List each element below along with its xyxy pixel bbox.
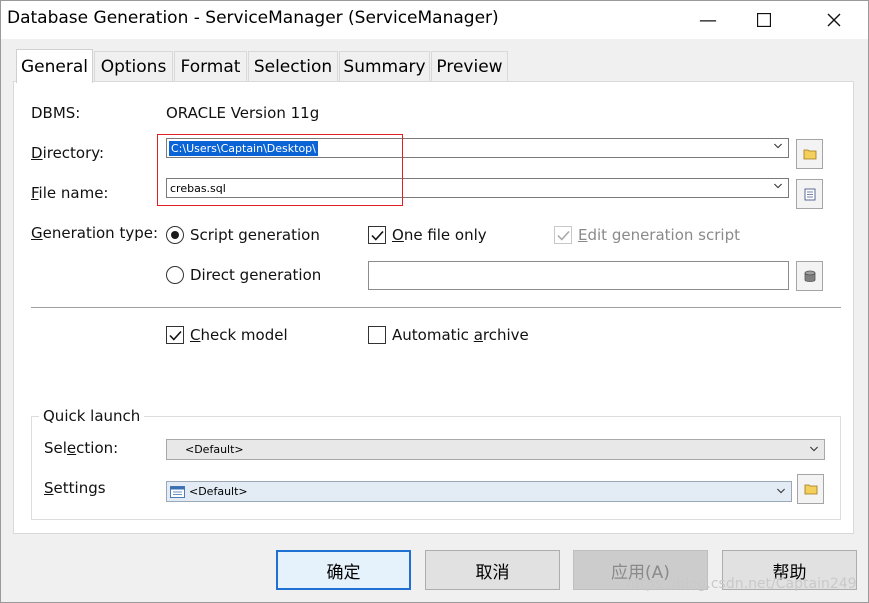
ok-button[interactable]: 确定 (276, 550, 411, 590)
minimize-icon: — (699, 9, 717, 31)
checkmark-icon (168, 330, 182, 341)
direct-generation-field[interactable] (368, 261, 789, 290)
watermark-text: https://blog.csdn.net/Captain249 (626, 576, 857, 592)
tab-label: General (21, 56, 88, 77)
check-model-label: Check model (190, 326, 288, 344)
browse-directory-button[interactable] (796, 139, 823, 169)
tab-options[interactable]: Options (94, 51, 173, 81)
automatic-archive-checkbox[interactable] (368, 326, 386, 344)
tab-label: Format (180, 56, 241, 77)
browse-settings-button[interactable] (797, 474, 824, 504)
edit-generation-script-label: Edit generation script (578, 226, 740, 244)
script-generation-label: Script generation (190, 226, 320, 244)
directory-label: Directory: (31, 144, 105, 162)
document-icon (804, 188, 815, 200)
settings-value: <Default> (189, 485, 248, 498)
filename-value: crebas.sql (170, 181, 226, 195)
one-file-only-checkbox[interactable] (368, 226, 386, 244)
minimize-button[interactable]: — (680, 1, 736, 39)
window-title: Database Generation - ServiceManager (Se… (7, 8, 499, 28)
quick-launch-group (31, 416, 841, 520)
database-icon (804, 270, 815, 282)
close-button[interactable] (806, 1, 862, 39)
settings-combo[interactable]: <Default> (166, 481, 792, 502)
maximize-button[interactable] (736, 1, 792, 39)
cancel-button[interactable]: 取消 (425, 550, 560, 590)
check-model-checkbox[interactable] (166, 326, 184, 344)
dialog-window: Database Generation - ServiceManager (Se… (0, 0, 869, 603)
dbms-label: DBMS: (31, 104, 81, 122)
selection-value: <Default> (185, 443, 244, 456)
directory-value: C:\Users\Captain\Desktop\ (169, 140, 318, 156)
automatic-archive-label: Automatic archive (392, 326, 529, 344)
filename-combo[interactable]: crebas.sql (166, 178, 789, 198)
settings-list-icon (170, 485, 185, 498)
browse-file-button[interactable] (796, 179, 823, 209)
tab-general[interactable]: General (16, 49, 93, 83)
direct-generation-radio[interactable] (166, 266, 184, 284)
separator (31, 307, 841, 308)
tab-label: Preview (436, 56, 503, 77)
title-bar: Database Generation - ServiceManager (Se… (1, 1, 868, 39)
selection-label: Selection: (44, 439, 119, 457)
selection-combo[interactable]: <Default> (166, 439, 825, 460)
script-generation-radio[interactable] (166, 226, 184, 244)
dbms-value: ORACLE Version 11g (166, 104, 320, 122)
maximize-icon (757, 13, 771, 27)
chevron-down-icon (774, 143, 782, 149)
chevron-down-icon (774, 183, 782, 189)
checkmark-icon (370, 230, 384, 241)
close-icon (827, 13, 841, 27)
settings-label: Settings (44, 479, 106, 497)
checkmark-icon (556, 230, 570, 241)
quick-launch-title: Quick launch (39, 407, 145, 425)
directory-combo[interactable]: C:\Users\Captain\Desktop\ (166, 138, 789, 158)
filename-label: File name: (31, 184, 109, 202)
folder-icon (803, 149, 816, 160)
chevron-down-icon (810, 446, 818, 452)
tab-label: Selection (253, 56, 333, 77)
tab-label: Options (100, 56, 167, 77)
data-source-button[interactable] (796, 261, 823, 291)
tab-label: Summary (343, 56, 426, 77)
tab-selection[interactable]: Selection (248, 51, 338, 81)
folder-icon (804, 484, 817, 495)
tab-format[interactable]: Format (174, 51, 247, 81)
direct-generation-label: Direct generation (190, 266, 322, 284)
chevron-down-icon (777, 488, 785, 494)
tab-preview[interactable]: Preview (431, 51, 508, 81)
generation-type-label: Generation type: (31, 224, 159, 242)
edit-generation-script-checkbox[interactable] (554, 226, 572, 244)
tab-summary[interactable]: Summary (339, 51, 430, 81)
one-file-only-label: One file only (392, 226, 487, 244)
